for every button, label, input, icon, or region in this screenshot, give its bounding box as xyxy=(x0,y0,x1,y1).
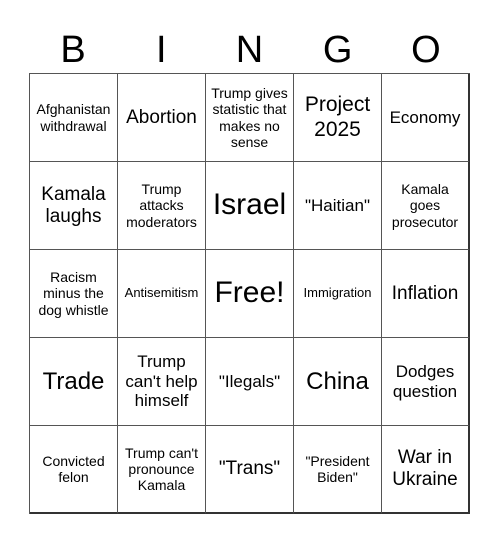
cell-label: "Haitian" xyxy=(305,195,370,215)
cell-label: "Ilegals" xyxy=(218,371,281,391)
bingo-cell[interactable]: Trump attacks moderators xyxy=(118,162,206,250)
header-letter-g: G xyxy=(322,29,353,71)
cell-label: China xyxy=(306,367,369,395)
cell-label: "President Biden" xyxy=(305,452,370,485)
bingo-cell[interactable]: Israel xyxy=(206,162,294,250)
bingo-cell[interactable]: Dodges question xyxy=(382,338,470,426)
cell-label: Trump gives statistic that makes no sens… xyxy=(211,85,288,150)
cell-label: Israel xyxy=(212,188,287,222)
bingo-cell[interactable]: Racism minus the dog whistle xyxy=(30,250,118,338)
cell-label: Convicted felon xyxy=(42,452,105,485)
bingo-cell[interactable]: Trump can't help himself xyxy=(118,338,206,426)
cell-label: Inflation xyxy=(391,282,459,304)
bingo-cell[interactable]: Kamala goes prosecutor xyxy=(382,162,470,250)
header-letter-n: N xyxy=(235,29,264,71)
cell-label: War in Ukraine xyxy=(392,447,458,490)
bingo-cell[interactable]: China xyxy=(294,338,382,426)
free-space-cell[interactable]: Free! xyxy=(206,250,294,338)
cell-label: Racism minus the dog whistle xyxy=(38,269,109,318)
cell-label: "Trans" xyxy=(218,458,281,480)
bingo-cell[interactable]: "President Biden" xyxy=(294,426,382,514)
cell-label: Abortion xyxy=(126,106,197,128)
bingo-cell[interactable]: Convicted felon xyxy=(30,426,118,514)
bingo-cell[interactable]: Trump can't pronounce Kamala xyxy=(118,426,206,514)
cell-label: Dodges question xyxy=(392,361,458,401)
cell-label: Free! xyxy=(214,276,285,310)
bingo-cell[interactable]: Immigration xyxy=(294,250,382,338)
bingo-cell[interactable]: Afghanistan withdrawal xyxy=(30,74,118,162)
bingo-cell[interactable]: War in Ukraine xyxy=(382,426,470,514)
header-letter-o: O xyxy=(411,29,441,71)
cell-label: Project 2025 xyxy=(304,93,371,141)
bingo-board: Afghanistan withdrawal Abortion Trump give… xyxy=(29,73,470,514)
cell-label: Trump can't help himself xyxy=(125,352,198,411)
cell-label: Trump can't pronounce Kamala xyxy=(125,444,198,494)
cell-label: Immigration xyxy=(303,285,372,301)
bingo-cell[interactable]: Trump gives statistic that makes no sens… xyxy=(206,74,294,162)
cell-label: Antisemitism xyxy=(124,285,199,301)
bingo-header: B I N G O xyxy=(29,28,470,73)
cell-label: Kamala laughs xyxy=(41,183,106,227)
bingo-cell[interactable]: Antisemitism xyxy=(118,250,206,338)
bingo-cell[interactable]: Economy xyxy=(382,74,470,162)
bingo-cell[interactable]: Trade xyxy=(30,338,118,426)
cell-label: Trump attacks moderators xyxy=(126,181,197,230)
bingo-cell[interactable]: "Ilegals" xyxy=(206,338,294,426)
bingo-cell[interactable]: Inflation xyxy=(382,250,470,338)
bingo-cell[interactable]: Kamala laughs xyxy=(30,162,118,250)
bingo-cell[interactable]: Abortion xyxy=(118,74,206,162)
bingo-cell[interactable]: "Trans" xyxy=(206,426,294,514)
bingo-cell[interactable]: Project 2025 xyxy=(294,74,382,162)
bingo-cell[interactable]: "Haitian" xyxy=(294,162,382,250)
cell-label: Trade xyxy=(42,367,105,395)
header-letter-b: B xyxy=(60,29,86,71)
cell-label: Afghanistan withdrawal xyxy=(36,101,111,134)
cell-label: Kamala goes prosecutor xyxy=(391,181,459,230)
header-letter-i: I xyxy=(156,29,167,71)
cell-label: Economy xyxy=(389,107,461,127)
